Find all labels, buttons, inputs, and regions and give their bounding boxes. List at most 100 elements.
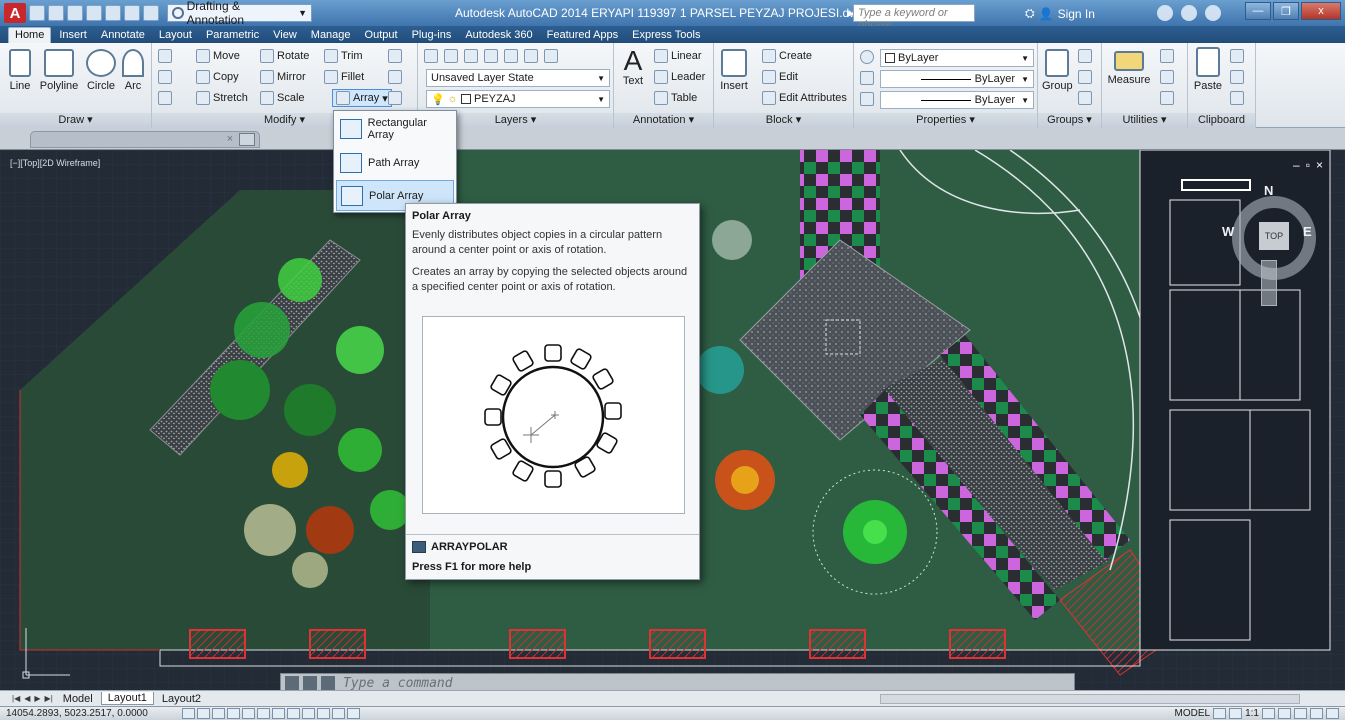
match-clip-button[interactable] xyxy=(1230,91,1244,105)
copy-button[interactable]: Copy xyxy=(196,70,239,84)
tab-annotate[interactable]: Annotate xyxy=(95,28,151,43)
calculator-button[interactable] xyxy=(1160,91,1174,105)
quick-select-button[interactable] xyxy=(1160,49,1174,63)
utilities-panel-label[interactable]: Utilities ▾ xyxy=(1102,113,1187,128)
layer-match-icon[interactable] xyxy=(444,49,458,63)
tab-manage[interactable]: Manage xyxy=(305,28,357,43)
dyn-icon[interactable] xyxy=(287,708,300,719)
cut-button[interactable] xyxy=(1230,49,1244,63)
linetype-button[interactable] xyxy=(860,92,874,106)
customize-icon[interactable] xyxy=(303,676,317,690)
layer-state-select[interactable]: Unsaved Layer State ▼ xyxy=(426,69,610,87)
insert-button[interactable]: Insert xyxy=(718,49,750,92)
layer-properties-icon[interactable] xyxy=(424,49,438,63)
group-button[interactable]: Group xyxy=(1042,49,1073,92)
grid-icon[interactable] xyxy=(197,708,210,719)
open-file-icon[interactable] xyxy=(48,5,64,21)
layer-freeze-icon[interactable] xyxy=(504,49,518,63)
current-layer-select[interactable]: 💡 ☼ PEYZAJ ▼ xyxy=(426,90,610,108)
trim-button[interactable]: Trim xyxy=(324,49,363,63)
quick-view-drawings-icon[interactable] xyxy=(1229,708,1243,719)
otrack-icon[interactable] xyxy=(257,708,270,719)
create-block-button[interactable]: Create xyxy=(762,49,812,63)
last-tab-icon[interactable]: ▶| xyxy=(45,694,53,703)
osnap-icon[interactable] xyxy=(242,708,255,719)
tab-output[interactable]: Output xyxy=(359,28,404,43)
quick-view-layouts-icon[interactable] xyxy=(1213,708,1227,719)
paste-button[interactable]: Paste xyxy=(1192,47,1224,92)
hatch-tool[interactable] xyxy=(158,70,172,84)
group-edit-button[interactable] xyxy=(1078,70,1092,84)
save-icon[interactable] xyxy=(67,5,83,21)
first-tab-icon[interactable]: |◀ xyxy=(12,694,20,703)
tab-layout[interactable]: Layout xyxy=(153,28,198,43)
command-input[interactable]: Type a command xyxy=(343,676,453,691)
path-array-item[interactable]: Path Array xyxy=(336,147,454,178)
copy-clip-button[interactable] xyxy=(1230,70,1244,84)
rectangle-tool[interactable] xyxy=(158,49,172,63)
lock-ui-icon[interactable] xyxy=(1294,708,1307,719)
block-panel-label[interactable]: Block ▾ xyxy=(714,113,853,128)
sign-in-button[interactable]: ⛭ 👤 Sign In xyxy=(1025,6,1095,21)
selection-cycling-icon[interactable] xyxy=(347,708,360,719)
quick-properties-icon[interactable] xyxy=(332,708,345,719)
viewcube-top-face[interactable]: TOP xyxy=(1259,222,1289,250)
ortho-icon[interactable] xyxy=(212,708,225,719)
measure-button[interactable]: Measure xyxy=(1106,51,1152,86)
viewport-minimize-icon[interactable]: – xyxy=(1293,158,1300,172)
layer-isolate-icon[interactable] xyxy=(484,49,498,63)
layer-lock-icon[interactable] xyxy=(544,49,558,63)
color-select[interactable]: ByLayer ▼ xyxy=(880,49,1034,67)
text-button[interactable]: A Text xyxy=(618,47,648,88)
polyline-button[interactable]: Polyline xyxy=(36,49,82,92)
annotation-panel-label[interactable]: Annotation ▾ xyxy=(614,113,713,128)
clipboard-panel-label[interactable]: Clipboard xyxy=(1188,113,1255,128)
edit-attributes-button[interactable]: Edit Attributes xyxy=(762,91,847,105)
viewcube-east[interactable]: E xyxy=(1303,224,1312,239)
layer-previous-icon[interactable] xyxy=(464,49,478,63)
scale-button[interactable]: Scale xyxy=(260,91,305,105)
file-tab[interactable]: × xyxy=(30,131,260,148)
table-button[interactable]: Table xyxy=(654,91,697,105)
exchange-icon[interactable] xyxy=(1157,5,1173,21)
array-button[interactable]: Array ▾ xyxy=(332,89,392,107)
region-tool[interactable] xyxy=(158,91,172,105)
new-file-icon[interactable] xyxy=(29,5,45,21)
tab-layout1[interactable]: Layout1 xyxy=(100,692,154,705)
recent-commands-icon[interactable] xyxy=(321,676,335,690)
prev-tab-icon[interactable]: ◀ xyxy=(24,694,30,703)
autodesk-icon[interactable] xyxy=(1181,5,1197,21)
properties-panel-label[interactable]: Properties ▾ xyxy=(854,113,1037,128)
groups-panel-label[interactable]: Groups ▾ xyxy=(1038,113,1101,128)
save-as-icon[interactable] xyxy=(86,5,102,21)
lineweight-select[interactable]: ByLayer ▼ xyxy=(880,70,1034,88)
arc-button[interactable]: Arc xyxy=(120,49,146,92)
print-icon[interactable] xyxy=(105,5,121,21)
tab-home[interactable]: Home xyxy=(8,27,52,43)
erase-button[interactable] xyxy=(388,49,402,63)
draw-panel-label[interactable]: Draw ▾ xyxy=(0,113,151,128)
viewport-close-icon[interactable]: × xyxy=(1316,158,1323,172)
layer-off-icon[interactable] xyxy=(524,49,538,63)
circle-button[interactable]: Circle xyxy=(86,49,116,92)
tab-featured-apps[interactable]: Featured Apps xyxy=(541,28,625,43)
leader-button[interactable]: Leader xyxy=(654,70,705,84)
viewport-restore-icon[interactable]: ▫ xyxy=(1306,158,1310,172)
tab-model[interactable]: Model xyxy=(57,693,99,705)
explode-button[interactable] xyxy=(388,70,402,84)
horizontal-scrollbar[interactable] xyxy=(880,694,1300,704)
linear-dimension-button[interactable]: Linear xyxy=(654,49,702,63)
annotation-visibility-icon[interactable] xyxy=(1262,708,1275,719)
mirror-button[interactable]: Mirror xyxy=(260,70,306,84)
tab-insert[interactable]: Insert xyxy=(53,28,93,43)
close-command-line-icon[interactable] xyxy=(285,676,299,690)
help-icon[interactable] xyxy=(1205,5,1221,21)
viewport-controls-label[interactable]: [−][Top][2D Wireframe] xyxy=(10,158,100,168)
rectangular-array-item[interactable]: Rectangular Array xyxy=(336,113,454,144)
new-tab-icon[interactable] xyxy=(239,133,255,146)
move-button[interactable]: Move xyxy=(196,49,240,63)
application-menu-button[interactable]: A xyxy=(4,3,26,23)
viewcube-west[interactable]: W xyxy=(1222,224,1234,239)
edit-block-button[interactable]: Edit xyxy=(762,70,798,84)
model-space-button[interactable]: MODEL xyxy=(1175,708,1211,719)
